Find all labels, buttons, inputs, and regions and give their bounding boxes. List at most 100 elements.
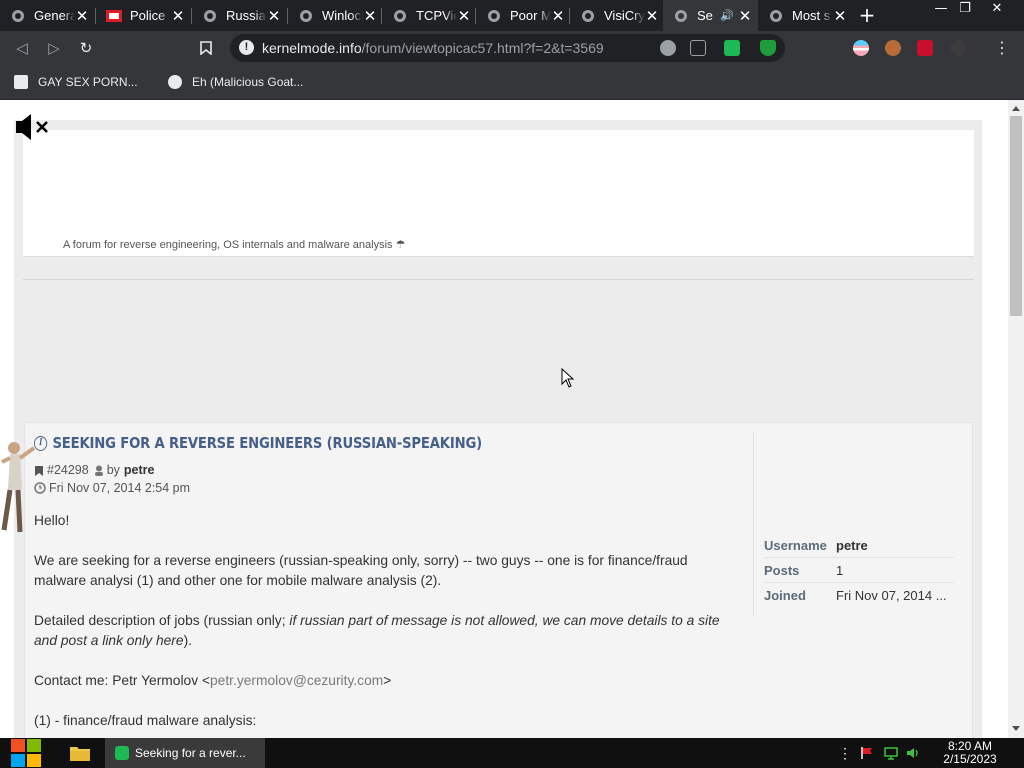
app-icon bbox=[115, 746, 129, 760]
ublock-icon[interactable] bbox=[917, 40, 933, 56]
site-header: A forum for reverse engineering, OS inte… bbox=[23, 130, 974, 257]
overflow-icon[interactable]: ⋮ bbox=[838, 746, 852, 760]
tab-police[interactable]: Police ✕ bbox=[96, 0, 191, 31]
forward-button[interactable]: ▷ bbox=[42, 36, 66, 60]
translate-icon[interactable] bbox=[690, 40, 706, 56]
shield-icon[interactable] bbox=[760, 40, 776, 56]
tab-russian[interactable]: Russian ✕ bbox=[192, 0, 287, 31]
folder-icon[interactable] bbox=[68, 742, 92, 764]
tab-visicrypt[interactable]: VisiCry ✕ bbox=[570, 0, 665, 31]
extension-icon[interactable] bbox=[950, 40, 966, 56]
profile-row: Posts 1 bbox=[764, 558, 954, 583]
close-icon[interactable]: ✕ bbox=[738, 8, 752, 23]
volume-icon[interactable] bbox=[906, 746, 920, 760]
profile-divider bbox=[753, 431, 754, 616]
taskbar-window-title: Seeking for a rever... bbox=[135, 746, 246, 760]
tab-poor[interactable]: Poor M ✕ bbox=[476, 0, 571, 31]
bookmark-label: GAY SEX PORN... bbox=[38, 75, 138, 89]
post-content: Hello! We are seeking for a reverse engi… bbox=[34, 511, 734, 738]
profile-value: 1 bbox=[836, 562, 844, 578]
close-icon[interactable]: ✕ bbox=[267, 8, 281, 23]
post-date: Fri Nov 07, 2014 2:54 pm bbox=[49, 481, 191, 495]
globe-icon bbox=[486, 8, 502, 24]
globe-icon bbox=[168, 75, 182, 89]
info-icon[interactable]: ! bbox=[239, 40, 254, 55]
bookmark-label: Eh (Malicious Goat... bbox=[192, 75, 304, 89]
close-icon[interactable]: ✕ bbox=[645, 8, 659, 23]
post-paragraph: Detailed description of jobs (russian on… bbox=[34, 613, 720, 648]
profile-row: Joined Fri Nov 07, 2014 ... bbox=[764, 583, 954, 608]
tab-title: TCPView bbox=[416, 8, 457, 23]
divider bbox=[23, 279, 974, 280]
browser-toolbar: ◁ ▷ ↻ ! kernelmode.info/forum/viewtopica… bbox=[0, 31, 1024, 65]
url-text[interactable]: kernelmode.info/forum/viewtopicac57.html… bbox=[262, 40, 604, 56]
profile-value: Fri Nov 07, 2014 ... bbox=[836, 588, 947, 603]
bookmark-item[interactable]: Eh (Malicious Goat... bbox=[168, 73, 303, 91]
blocked-icon[interactable] bbox=[660, 40, 676, 56]
vertical-scrollbar[interactable] bbox=[1008, 100, 1024, 738]
back-button[interactable]: ◁ bbox=[10, 36, 34, 60]
speaker-icon[interactable]: 🔊 bbox=[720, 9, 734, 22]
user-icon bbox=[94, 465, 103, 476]
umbrella-icon: ☂ bbox=[395, 239, 406, 251]
globe-icon bbox=[392, 8, 408, 24]
post-id-link[interactable]: #24298 bbox=[47, 463, 89, 477]
tab-title: Se bbox=[697, 8, 713, 23]
mute-icon[interactable] bbox=[15, 112, 55, 142]
flag-extension-icon[interactable] bbox=[853, 40, 869, 56]
close-icon[interactable]: ✕ bbox=[75, 8, 89, 23]
mouse-cursor bbox=[561, 368, 575, 388]
start-icon[interactable] bbox=[10, 739, 42, 767]
tab-winlock[interactable]: Winlock ✕ bbox=[288, 0, 383, 31]
scroll-up-arrow[interactable] bbox=[1012, 106, 1020, 111]
post-paragraph: Hello! bbox=[34, 513, 70, 528]
tab-seeking-active[interactable]: Se 🔊 ✕ bbox=[663, 0, 758, 31]
post-meta: #24298 by petre bbox=[34, 463, 155, 477]
scrollbar-thumb[interactable] bbox=[1010, 116, 1022, 316]
page-viewport: A forum for reverse engineering, OS inte… bbox=[0, 100, 1008, 738]
tab-tcpview[interactable]: TCPView ✕ bbox=[382, 0, 477, 31]
reload-button[interactable]: ↻ bbox=[74, 36, 98, 60]
scroll-down-arrow[interactable] bbox=[1012, 726, 1020, 731]
profile-key: Joined bbox=[764, 588, 806, 603]
author-link[interactable]: petre bbox=[124, 463, 155, 477]
new-tab-button[interactable]: + bbox=[856, 4, 878, 26]
dancing-figure-image bbox=[0, 440, 40, 540]
post-paragraph: Contact me: Petr Yermolov <petr.yermolov… bbox=[34, 673, 392, 688]
tab-most[interactable]: Most s ✕ bbox=[758, 0, 853, 31]
flag-icon[interactable] bbox=[860, 746, 874, 760]
windows-taskbar: Seeking for a rever... ⋮ 8:20 AM 2/15/20… bbox=[0, 738, 1024, 768]
globe-icon bbox=[673, 8, 689, 24]
user-profile: Username petre Posts 1 Joined Fri Nov 07, 2… bbox=[764, 533, 954, 608]
avatar-extension-icon[interactable] bbox=[885, 40, 901, 56]
tab-strip: General ✕ Police ✕ Russian ✕ Winlock ✕ T… bbox=[0, 0, 1024, 31]
tab-title: Poor M bbox=[510, 8, 551, 23]
close-icon[interactable]: ✕ bbox=[833, 8, 847, 23]
menu-button[interactable]: ⋮ bbox=[994, 36, 1010, 60]
post-paragraph: (1) - finance/fraud malware analysis: bbox=[34, 713, 257, 728]
post-title[interactable]: i Seeking for a reverse engineers (russi… bbox=[34, 434, 482, 452]
window-close-button[interactable]: ✕ bbox=[982, 0, 1012, 20]
close-icon[interactable]: ✕ bbox=[171, 8, 185, 23]
tab-title: Police bbox=[130, 8, 166, 23]
system-clock[interactable]: 8:20 AM 2/15/2023 bbox=[930, 740, 1010, 766]
close-icon[interactable]: ✕ bbox=[551, 8, 565, 23]
taskbar-active-window[interactable]: Seeking for a rever... bbox=[105, 738, 265, 768]
profile-key: Posts bbox=[764, 562, 800, 578]
network-icon[interactable] bbox=[884, 746, 898, 760]
tab-title: General bbox=[34, 8, 75, 23]
bookmark-icon bbox=[14, 75, 28, 89]
close-icon[interactable]: ✕ bbox=[457, 8, 471, 23]
email-link[interactable]: petr.yermolov@cezurity.com bbox=[210, 673, 383, 688]
bookmark-star-button[interactable] bbox=[194, 36, 218, 60]
bookmark-item[interactable]: GAY SEX PORN... bbox=[14, 73, 138, 91]
post-paragraph: We are seeking for a reverse engineers (… bbox=[34, 553, 688, 588]
close-icon[interactable]: ✕ bbox=[363, 8, 377, 23]
browser-window: General ✕ Police ✕ Russian ✕ Winlock ✕ T… bbox=[0, 0, 1024, 738]
extension-green-icon[interactable] bbox=[724, 40, 740, 56]
address-bar[interactable]: ! kernelmode.info/forum/viewtopicac57.ht… bbox=[230, 34, 785, 62]
clock-date: 2/15/2023 bbox=[943, 752, 997, 766]
username-link[interactable]: petre bbox=[836, 538, 951, 553]
restore-button[interactable]: ❐ bbox=[950, 0, 980, 20]
tab-general[interactable]: General ✕ bbox=[0, 0, 95, 31]
